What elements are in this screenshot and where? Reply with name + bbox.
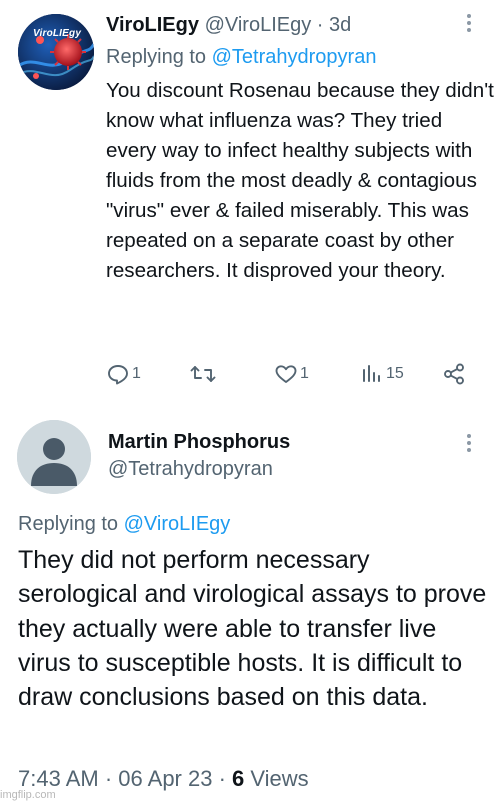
retweet-icon: [190, 366, 216, 382]
tweet-time[interactable]: 3d: [329, 14, 351, 36]
user-avatar-viroliegy[interactable]: ViroLIEgy: [18, 14, 94, 90]
more-options-button[interactable]: [466, 14, 472, 35]
watermark: imgflip.com: [0, 789, 56, 801]
view-count: 15: [386, 365, 404, 382]
separator: ·: [311, 14, 329, 36]
like-button[interactable]: 1: [274, 362, 309, 386]
tweet-actions: 1 1 15: [106, 362, 472, 392]
more-dot-icon: [467, 21, 471, 25]
views-label: Views: [244, 766, 309, 791]
tweet-text: They did not perform necessary serologic…: [18, 546, 487, 712]
replying-label: Replying to: [106, 46, 212, 68]
more-dot-icon: [467, 441, 471, 445]
separator: ·: [98, 766, 119, 791]
avatar-brand-text: ViroLIEgy: [33, 28, 82, 39]
more-dot-icon: [467, 434, 471, 438]
reply-count: 1: [132, 365, 141, 382]
more-options-button[interactable]: [466, 434, 472, 455]
tweet1-header: ViroLIEgy @ViroLIEgy · 3d: [106, 12, 351, 38]
virus-image-icon: [18, 14, 94, 90]
handle[interactable]: @ViroLIEgy: [205, 14, 312, 36]
retweet-button[interactable]: [190, 362, 218, 386]
views-button[interactable]: 15: [360, 362, 404, 386]
tweet-text: You discount Rosenau because they didn't…: [106, 79, 494, 282]
separator: ·: [212, 766, 233, 791]
reply-button[interactable]: 1: [106, 362, 141, 386]
share-icon: [444, 363, 464, 385]
like-count: 1: [300, 365, 309, 382]
views-count: 6: [232, 766, 245, 791]
replying-to-link[interactable]: @Tetrahydropyran: [212, 46, 377, 68]
user-avatar-default[interactable]: [17, 420, 91, 494]
replying-to: Replying to @Tetrahydropyran: [106, 44, 376, 70]
tweet-time[interactable]: 7:43 AM: [18, 766, 99, 791]
more-dot-icon: [467, 28, 471, 32]
handle[interactable]: @Tetrahydropyran: [108, 456, 273, 482]
reply-icon: [108, 365, 128, 385]
replying-label: Replying to: [18, 513, 124, 535]
heart-icon: [275, 365, 297, 383]
analytics-icon: [363, 365, 380, 382]
display-name[interactable]: ViroLIEgy: [106, 14, 199, 36]
replying-to: Replying to @ViroLIEgy: [18, 511, 230, 537]
replying-to-link[interactable]: @ViroLIEgy: [124, 513, 231, 535]
share-button[interactable]: [442, 362, 466, 386]
default-avatar-icon: [17, 420, 91, 494]
tweet-meta: 7:43 AM · 06 Apr 23 · 6 Views: [18, 764, 309, 794]
tweet-date[interactable]: 06 Apr 23: [118, 766, 212, 791]
display-name[interactable]: Martin Phosphorus: [108, 429, 290, 455]
more-dot-icon: [467, 14, 471, 18]
more-dot-icon: [467, 448, 471, 452]
